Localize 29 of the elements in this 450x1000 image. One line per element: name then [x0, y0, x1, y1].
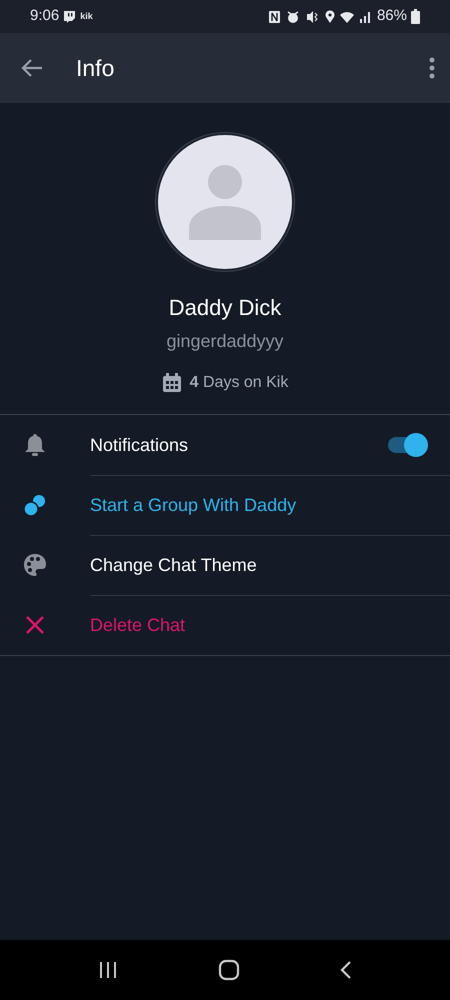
screen-title: Info [76, 54, 114, 83]
close-icon [25, 615, 45, 635]
action-row[interactable]: Delete Chat [0, 595, 450, 655]
home-icon[interactable] [218, 959, 240, 981]
notifications-switch[interactable] [386, 433, 428, 457]
display-name: Daddy Dick [168, 294, 282, 322]
person-silhouette-icon [189, 164, 261, 240]
row-label: Change Chat Theme [90, 554, 257, 577]
recent-apps-icon[interactable] [98, 961, 118, 979]
palette-icon [23, 553, 47, 577]
bell-icon [24, 433, 46, 457]
row-label: Start a Group With Daddy [90, 494, 296, 517]
chat-icon [63, 10, 76, 23]
status-time: 9:06 [30, 6, 60, 26]
membership-duration: 4 Days on Kik [190, 373, 288, 393]
back-icon[interactable] [20, 58, 44, 78]
username: gingerdaddyyy [166, 330, 284, 353]
group-bubbles-icon [23, 494, 47, 516]
app-name-label: kik [80, 10, 93, 23]
settings-row[interactable]: Notifications [0, 415, 450, 475]
action-row[interactable]: Start a Group With Daddy [0, 475, 450, 535]
row-label: Notifications [90, 434, 188, 456]
more-options-icon[interactable] [428, 57, 436, 79]
battery-icon [411, 9, 420, 24]
back-icon[interactable] [340, 960, 352, 980]
battery-percent: 86% [376, 6, 407, 26]
action-row[interactable]: Change Chat Theme [0, 535, 450, 595]
calendar-icon [162, 373, 182, 393]
row-label: Delete Chat [90, 614, 186, 637]
